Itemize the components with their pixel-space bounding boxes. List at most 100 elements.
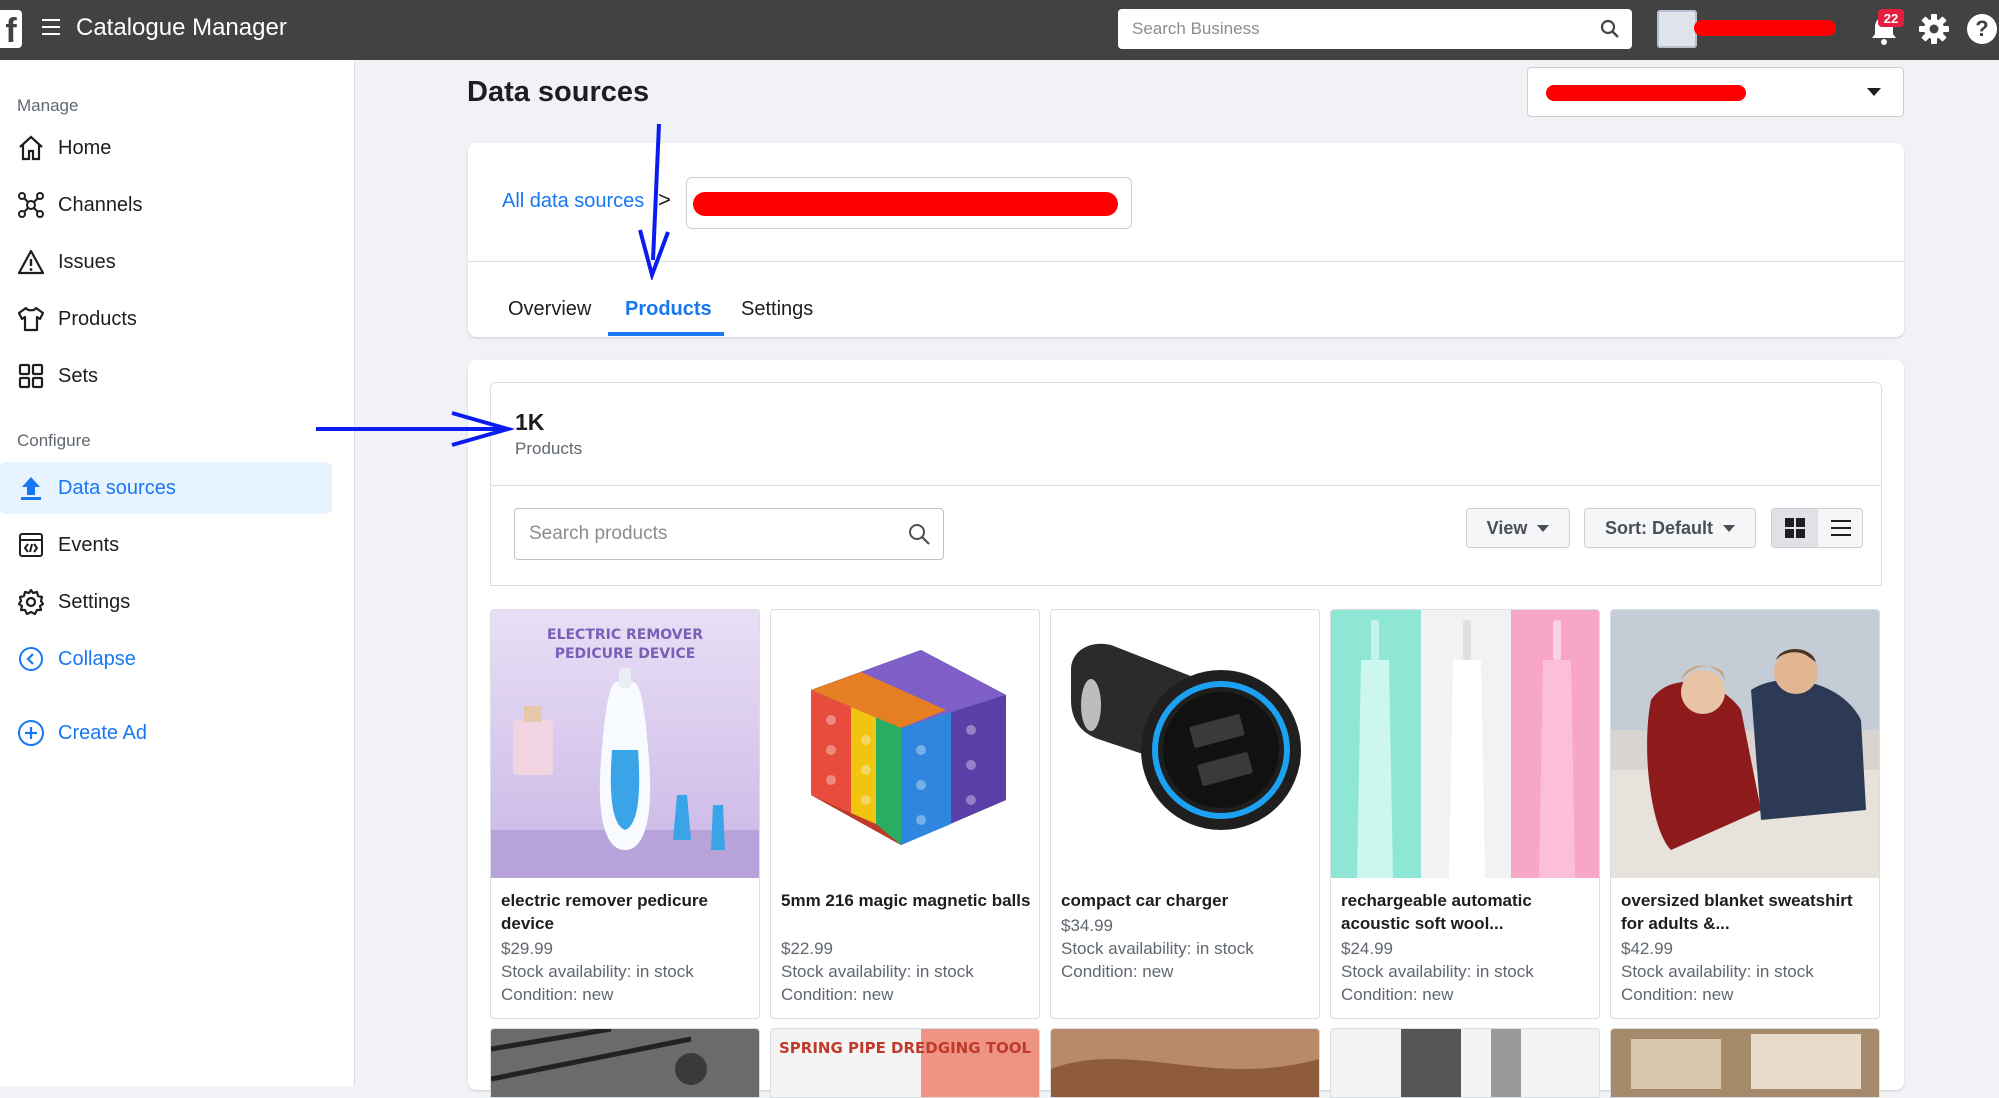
search-business-field[interactable] (1118, 9, 1632, 49)
product-image: ELECTRIC REMOVER PEDICURE DEVICE (491, 610, 759, 878)
sidebar-item-channels[interactable]: Channels (0, 179, 332, 231)
list-view-icon[interactable] (1818, 509, 1864, 547)
active-tab-indicator (608, 332, 724, 336)
hamburger-menu-icon[interactable] (42, 19, 60, 41)
sidebar-item-events[interactable]: Events (0, 519, 332, 571)
product-image (771, 610, 1039, 878)
shirt-icon (16, 304, 46, 334)
grid-icon (16, 361, 46, 391)
warning-icon (16, 247, 46, 277)
search-products-input[interactable] (527, 522, 907, 546)
page-title: Data sources (467, 76, 650, 108)
product-condition: Condition: new (501, 985, 614, 1004)
product-card-partial[interactable]: SPRING PIPE DREDGING TOOL (770, 1028, 1040, 1098)
sidebar: Manage Home Channels Issues Products Set… (0, 60, 355, 1086)
product-count: 1K (515, 409, 545, 435)
product-name: oversized blanket sweatshirt for adults … (1621, 891, 1853, 933)
sidebar-item-data-sources[interactable]: Data sources (0, 462, 332, 514)
sidebar-item-settings[interactable]: Settings (0, 576, 332, 628)
create-ad-button[interactable]: Create Ad (0, 707, 332, 759)
sort-dropdown-button[interactable]: Sort: Default (1584, 508, 1756, 548)
sidebar-item-sets[interactable]: Sets (0, 350, 332, 402)
sort-label: Sort: Default (1605, 517, 1713, 538)
sidebar-collapse[interactable]: Collapse (0, 633, 332, 685)
product-condition: Condition: new (781, 985, 894, 1004)
product-card-partial[interactable] (490, 1028, 760, 1098)
sidebar-item-label: Issues (58, 250, 116, 273)
sidebar-item-home[interactable]: Home (0, 122, 332, 174)
product-price: $34.99 (1061, 916, 1113, 935)
settings-gear-icon[interactable] (1918, 13, 1950, 45)
channels-icon (16, 190, 46, 220)
data-source-header-card: All data sources > Overview Products Set… (468, 143, 1904, 337)
search-business-input[interactable] (1130, 18, 1600, 40)
sidebar-item-label: Products (58, 307, 137, 330)
product-card-partial[interactable] (1330, 1028, 1600, 1098)
divider (468, 261, 1904, 262)
create-ad-label: Create Ad (58, 721, 147, 744)
chevron-left-circle-icon (16, 644, 46, 674)
products-card: 1K Products View Sort: Default (468, 360, 1904, 1098)
product-count-box: 1K Products (490, 382, 1882, 486)
top-bar: f Catalogue Manager 22 ? (0, 0, 1999, 60)
search-icon[interactable] (907, 522, 931, 546)
product-price: $42.99 (1621, 939, 1673, 958)
search-products-field[interactable] (514, 508, 944, 560)
sidebar-item-label: Sets (58, 364, 99, 387)
layout-toggle (1771, 508, 1863, 548)
sidebar-item-products[interactable]: Products (0, 293, 332, 345)
sidebar-item-label: Events (58, 533, 120, 556)
upload-icon (16, 473, 46, 503)
annotation-arrow-down-icon (638, 123, 670, 280)
account-selector-dropdown[interactable] (1527, 67, 1904, 117)
product-condition: Condition: new (1061, 962, 1174, 981)
caret-down-icon (1537, 524, 1550, 532)
product-availability: Stock availability: in stock (1341, 962, 1534, 981)
product-availability: Stock availability: in stock (501, 962, 694, 981)
product-condition: Condition: new (1341, 985, 1454, 1004)
caret-down-icon (1723, 524, 1735, 532)
gear-icon (16, 587, 46, 617)
tab-overview[interactable]: Overview (508, 298, 591, 321)
sidebar-item-label: Channels (58, 193, 143, 216)
plus-circle-icon (16, 718, 46, 748)
view-label: View (1486, 517, 1528, 538)
grid-view-icon[interactable] (1772, 509, 1818, 547)
product-name: rechargeable automatic acoustic soft woo… (1341, 891, 1532, 933)
product-card[interactable]: ELECTRIC REMOVER PEDICURE DEVICE electric… (490, 609, 760, 1019)
help-icon[interactable]: ? (1967, 14, 1997, 44)
product-availability: Stock availability: in stock (781, 962, 974, 981)
product-count-label: Products (515, 439, 583, 458)
sidebar-item-issues[interactable]: Issues (0, 236, 332, 288)
view-dropdown-button[interactable]: View (1466, 508, 1570, 548)
product-image (1331, 610, 1599, 878)
product-filter-bar: View Sort: Default (490, 486, 1882, 586)
search-icon[interactable] (1600, 19, 1620, 39)
data-source-selector[interactable] (686, 177, 1132, 229)
sidebar-collapse-label: Collapse (58, 647, 136, 670)
redacted-data-source-name (693, 192, 1118, 216)
tab-settings[interactable]: Settings (741, 298, 813, 321)
facebook-logo-icon[interactable]: f (0, 10, 22, 48)
redacted-account (1546, 85, 1746, 101)
product-card[interactable]: compact car charger $34.99 Stock availab… (1050, 609, 1320, 1019)
product-card[interactable]: oversized blanket sweatshirt for adults … (1610, 609, 1880, 1019)
product-name: 5mm 216 magic magnetic balls (781, 891, 1031, 910)
product-image (1051, 610, 1319, 878)
tab-products[interactable]: Products (625, 298, 712, 321)
sidebar-item-label: Settings (58, 590, 131, 613)
sidebar-item-label: Home (58, 136, 112, 159)
chevron-down-icon (1867, 88, 1881, 96)
product-card[interactable]: rechargeable automatic acoustic soft woo… (1330, 609, 1600, 1019)
business-avatar[interactable] (1657, 10, 1697, 48)
product-card-partial[interactable] (1610, 1028, 1880, 1098)
product-availability: Stock availability: in stock (1621, 962, 1814, 981)
product-card-partial[interactable] (1050, 1028, 1320, 1098)
product-name: electric remover pedicure device (501, 891, 708, 933)
home-icon (16, 133, 46, 163)
product-price: $24.99 (1341, 939, 1393, 958)
product-name: compact car charger (1061, 891, 1229, 910)
redacted-account-name (1694, 20, 1836, 36)
sidebar-section-configure: Configure (17, 431, 91, 450)
product-card[interactable]: 5mm 216 magic magnetic balls $22.99 Stoc… (770, 609, 1040, 1019)
